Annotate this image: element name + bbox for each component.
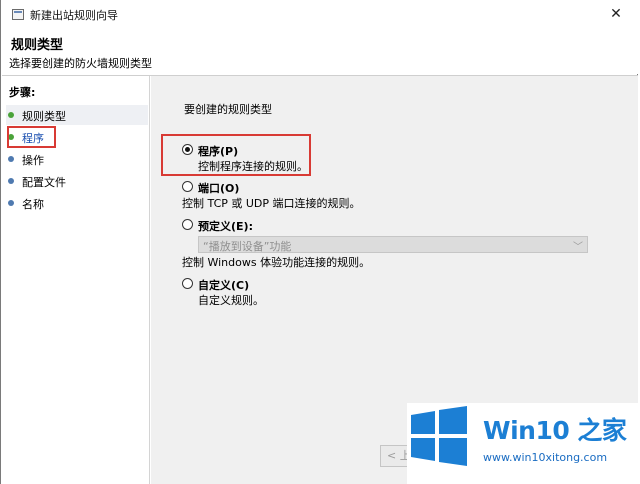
option-predefined-desc-row: 控制 Windows 体验功能连接的规则。 — [182, 254, 622, 270]
radio-predefined[interactable] — [182, 219, 193, 230]
step-action[interactable]: 操作 — [6, 149, 148, 169]
step-label: 操作 — [22, 154, 44, 167]
step-pending-dot-icon — [8, 156, 14, 162]
step-label: 配置文件 — [22, 176, 66, 189]
option-label: 端口(O) — [198, 182, 240, 195]
watermark-url: www.win10xitong.com — [483, 451, 608, 464]
option-custom[interactable]: 自定义(C) 自定义规则。 — [182, 277, 622, 309]
windows-logo-icon — [411, 406, 467, 466]
highlight-box-option — [161, 134, 311, 176]
step-label: 规则类型 — [22, 110, 66, 123]
option-port[interactable]: 端口(O) 控制 TCP 或 UDP 端口连接的规则。 — [182, 180, 622, 212]
option-description: 自定义规则。 — [198, 294, 264, 307]
page-subtitle: 选择要创建的防火墙规则类型 — [9, 57, 152, 70]
steps-title: 步骤: — [9, 86, 36, 99]
option-predefined[interactable]: 预定义(E): — [182, 218, 622, 236]
step-profile[interactable]: 配置文件 — [6, 171, 148, 191]
step-done-dot-icon — [8, 112, 14, 118]
option-description: 控制 Windows 体验功能连接的规则。 — [182, 256, 371, 269]
radio-custom[interactable] — [182, 278, 193, 289]
rule-type-question: 要创建的规则类型 — [184, 103, 272, 116]
step-pending-dot-icon — [8, 200, 14, 206]
predefined-select-value: “播放到设备”功能 — [203, 240, 292, 253]
firewall-app-icon — [12, 9, 24, 20]
chevron-down-icon: ﹀ — [573, 242, 583, 253]
option-description: 控制 TCP 或 UDP 端口连接的规则。 — [182, 197, 361, 210]
highlight-box-step — [7, 126, 56, 148]
steps-panel: 步骤: 规则类型 程序 操作 配置文件 名称 — [2, 76, 150, 484]
step-rule-type[interactable]: 规则类型 — [6, 105, 148, 125]
page-title: 规则类型 — [11, 38, 64, 53]
step-pending-dot-icon — [8, 178, 14, 184]
watermark-brand: Win10 之家 — [483, 416, 627, 445]
step-label: 名称 — [22, 198, 44, 211]
step-name[interactable]: 名称 — [6, 193, 148, 213]
option-label: 预定义(E): — [198, 220, 253, 233]
page-header: 规则类型 选择要创建的防火墙规则类型 — [2, 28, 638, 74]
title-bar: 新建出站规则向导 ✕ — [2, 0, 638, 28]
window-title: 新建出站规则向导 — [30, 9, 118, 22]
close-button[interactable]: ✕ — [594, 0, 638, 28]
radio-port[interactable] — [182, 181, 193, 192]
watermark: Win10 之家 www.win10xitong.com — [407, 403, 640, 484]
predefined-select[interactable]: “播放到设备”功能 ﹀ — [198, 236, 588, 253]
option-label: 自定义(C) — [198, 279, 250, 292]
